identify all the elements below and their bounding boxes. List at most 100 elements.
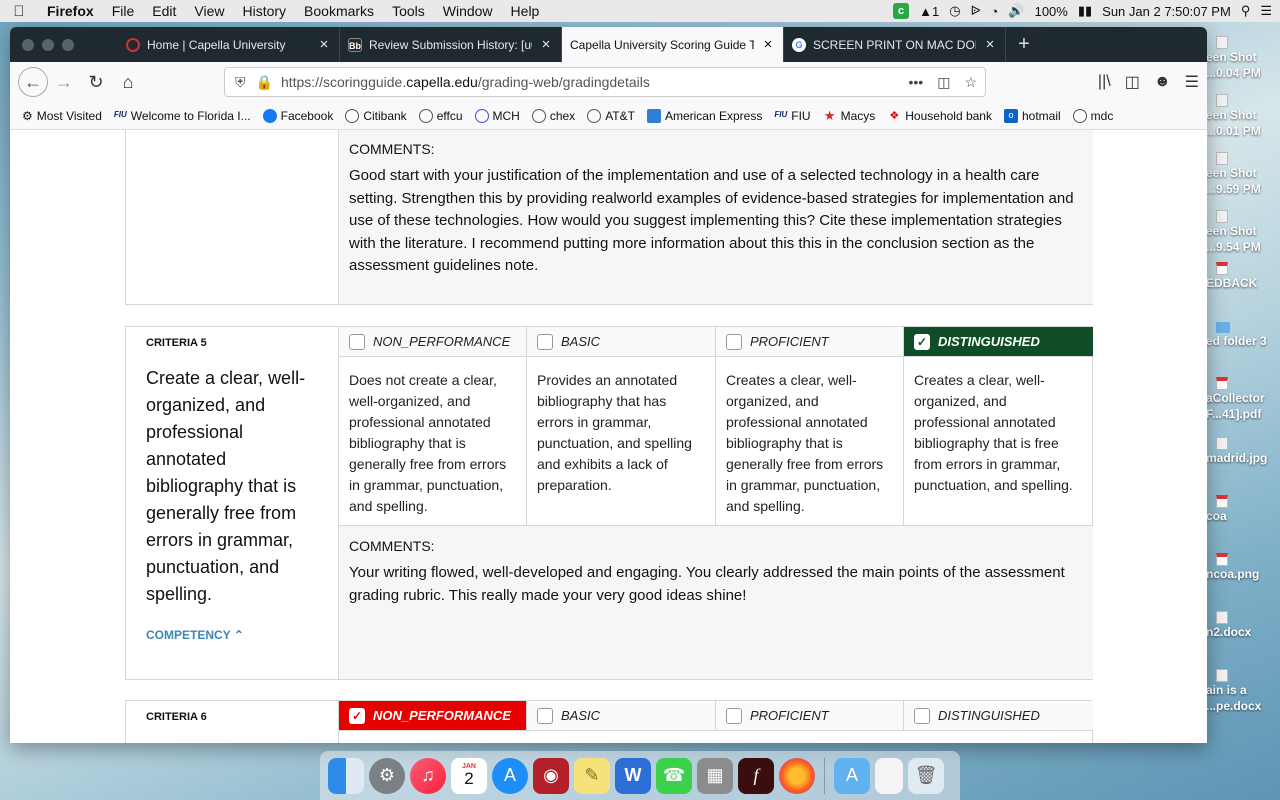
desktop-item[interactable]: een Shot ...9.54 PM xyxy=(1206,210,1280,255)
hamburger-menu-icon[interactable]: ☰ xyxy=(1185,72,1199,92)
desktop-item[interactable]: madrid.jpg xyxy=(1206,437,1280,466)
desktop-item[interactable]: ain is a ...pe.docx xyxy=(1206,669,1280,714)
bookmark-effcu[interactable]: effcu xyxy=(418,108,463,123)
level-distinguished[interactable]: ✓ DISTINGUISHED xyxy=(904,327,1093,357)
notification-center-icon[interactable]: ☰ xyxy=(1260,3,1272,19)
bookmark-fiu[interactable]: FIU FIU xyxy=(774,109,810,123)
firefox-icon[interactable] xyxy=(779,757,815,794)
tab-review-submission[interactable]: Bb Review Submission History: [u03 × xyxy=(340,27,562,62)
desktop-item[interactable]: aCollector F...41].pdf xyxy=(1206,377,1280,422)
desktop-item[interactable]: ncoa.png xyxy=(1206,553,1280,582)
level-non-performance[interactable]: ✓ NON_PERFORMANCE xyxy=(339,701,527,731)
applications-folder-icon[interactable]: A xyxy=(834,757,870,794)
checkbox[interactable] xyxy=(537,333,553,350)
close-tab-icon[interactable]: × xyxy=(761,36,775,53)
spotlight-search-icon[interactable]: ⚲ xyxy=(1241,3,1251,19)
desktop-item[interactable]: coa xyxy=(1206,495,1280,524)
calendar-icon[interactable]: JAN 2 xyxy=(451,757,487,794)
bookmark-mdc[interactable]: mdc xyxy=(1072,108,1113,123)
account-icon[interactable]: ☻ xyxy=(1154,73,1171,91)
back-button[interactable]: ← xyxy=(18,67,48,97)
minimize-window-button[interactable] xyxy=(42,38,54,51)
bookmark-american-express[interactable]: American Express xyxy=(646,108,762,123)
system-preferences-icon[interactable]: ⚙ xyxy=(369,757,405,794)
tab-google-search[interactable]: G SCREEN PRINT ON MAC DOESN × xyxy=(784,27,1006,62)
close-tab-icon[interactable]: × xyxy=(539,36,553,53)
facetime-icon[interactable]: ☎ xyxy=(656,757,692,794)
desktop-item[interactable]: EDBACK xyxy=(1206,262,1280,291)
close-tab-icon[interactable]: × xyxy=(317,36,331,53)
menu-tools[interactable]: Tools xyxy=(383,3,434,19)
flash-icon[interactable]: f xyxy=(738,757,774,794)
finder-icon[interactable] xyxy=(328,757,364,794)
bluetooth-icon[interactable]: ᐉ xyxy=(971,3,981,19)
close-tab-icon[interactable]: × xyxy=(983,36,997,53)
level-proficient[interactable]: PROFICIENT xyxy=(716,327,904,357)
menu-view[interactable]: View xyxy=(185,3,233,19)
bookmark-hotmail[interactable]: o hotmail xyxy=(1003,108,1061,123)
bookmark-star-icon[interactable]: ☆ xyxy=(964,74,977,91)
apple-menu-icon[interactable]:  xyxy=(0,3,38,20)
menu-bookmarks[interactable]: Bookmarks xyxy=(295,3,383,19)
bookmark-chex[interactable]: chex xyxy=(531,108,575,123)
battery-icon[interactable]: ▮▮ xyxy=(1078,3,1092,19)
adobe-icon[interactable]: ▲1 xyxy=(919,4,939,19)
checkbox[interactable] xyxy=(914,707,930,724)
checkbox[interactable] xyxy=(537,707,553,724)
competency-toggle[interactable]: COMPETENCY ⌃ xyxy=(146,628,244,642)
bookmark-citibank[interactable]: Citibank xyxy=(345,108,407,123)
bookmark-att[interactable]: AT&T xyxy=(587,108,635,123)
checkbox-checked-icon[interactable]: ✓ xyxy=(349,707,365,724)
bookmark-facebook[interactable]: Facebook xyxy=(262,108,333,123)
time-machine-icon[interactable]: ◷ xyxy=(949,3,960,19)
app-store-icon[interactable]: A xyxy=(492,757,528,794)
checkbox[interactable] xyxy=(726,707,742,724)
lock-icon[interactable]: 🔒 xyxy=(256,74,273,91)
level-basic[interactable]: BASIC xyxy=(527,327,716,357)
wifi-icon[interactable]: ◔ xyxy=(991,4,999,19)
volume-icon[interactable]: 🔊 xyxy=(1008,3,1024,19)
menu-file[interactable]: File xyxy=(103,3,144,19)
checkbox[interactable] xyxy=(349,333,365,350)
word-icon[interactable]: W xyxy=(615,757,651,794)
reload-button[interactable]: ↻ xyxy=(80,66,112,98)
level-basic[interactable]: BASIC xyxy=(527,701,716,731)
forward-button[interactable]: → xyxy=(48,66,80,98)
menu-app-name[interactable]: Firefox xyxy=(38,3,103,19)
pocket-icon[interactable]: ◫ xyxy=(937,74,950,91)
new-tab-button[interactable]: + xyxy=(1006,27,1042,62)
checkbox-checked-icon[interactable]: ✓ xyxy=(914,333,930,350)
level-non-performance[interactable]: NON_PERFORMANCE xyxy=(339,327,527,357)
desktop-item[interactable]: een Shot ...0.04 PM xyxy=(1206,36,1280,81)
menu-help[interactable]: Help xyxy=(502,3,549,19)
calculator-icon[interactable]: ▦ xyxy=(697,757,733,794)
trash-icon[interactable]: 🗑 xyxy=(908,757,944,794)
desktop-item[interactable]: ed folder 3 xyxy=(1206,322,1280,349)
photo-booth-icon[interactable]: ◉ xyxy=(533,757,569,794)
music-icon[interactable]: ♫ xyxy=(410,757,446,794)
home-button[interactable]: ⌂ xyxy=(112,66,144,98)
sidebar-icon[interactable]: ◫ xyxy=(1125,72,1140,92)
desktop-item[interactable]: een Shot ...0.01 PM xyxy=(1206,94,1280,139)
document-icon[interactable] xyxy=(875,757,903,794)
library-icon[interactable]: ||\ xyxy=(1098,73,1111,91)
checkbox[interactable] xyxy=(726,333,742,350)
desktop-item[interactable]: n2.docx xyxy=(1206,611,1280,640)
url-bar[interactable]: ⛨ 🔒 https://scoringguide.capella.edu/gra… xyxy=(224,67,986,97)
bookmark-mch[interactable]: MCH xyxy=(474,108,520,123)
tab-scoring-guide[interactable]: Capella University Scoring Guide Tool × xyxy=(562,27,784,62)
stickies-icon[interactable]: ✎ xyxy=(574,757,610,794)
clock[interactable]: Sun Jan 2 7:50:07 PM xyxy=(1102,4,1231,19)
close-window-button[interactable] xyxy=(22,38,34,51)
page-actions-icon[interactable]: ••• xyxy=(908,74,923,91)
green-app-icon[interactable]: c xyxy=(893,3,910,19)
level-distinguished[interactable]: DISTINGUISHED xyxy=(904,701,1093,731)
bookmark-florida[interactable]: FIU Welcome to Florida I... xyxy=(114,109,251,123)
menu-edit[interactable]: Edit xyxy=(143,3,185,19)
tracking-protection-icon[interactable]: ⛨ xyxy=(235,74,246,91)
desktop-item[interactable]: een Shot ...9.59 PM xyxy=(1206,152,1280,197)
bookmark-macys[interactable]: ★ Macys xyxy=(823,108,876,123)
bookmark-most-visited[interactable]: ⚙ Most Visited xyxy=(22,109,102,123)
menu-window[interactable]: Window xyxy=(434,3,502,19)
menu-history[interactable]: History xyxy=(233,3,295,19)
